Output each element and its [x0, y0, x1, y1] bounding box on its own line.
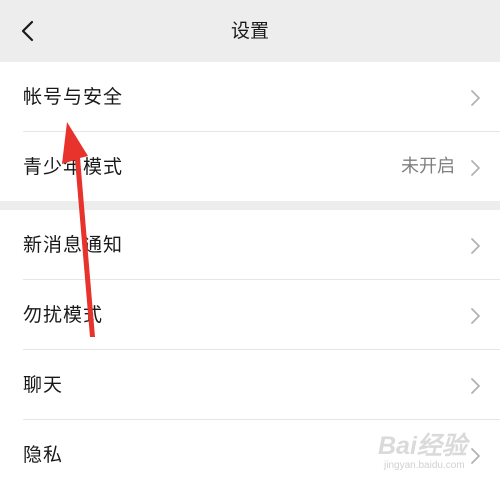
- settings-item-teen-mode[interactable]: 青少年模式 未开启: [0, 132, 500, 202]
- settings-item-value: 未开启: [401, 156, 455, 177]
- chevron-right-icon: [471, 90, 480, 106]
- nav-bar: 设置: [0, 0, 500, 62]
- settings-item-chat[interactable]: 聊天: [0, 350, 500, 420]
- settings-item-privacy[interactable]: 隐私: [0, 420, 500, 490]
- settings-item-label: 帐号与安全: [23, 86, 124, 108]
- chevron-right-icon: [471, 308, 480, 324]
- settings-item-do-not-disturb[interactable]: 勿扰模式: [0, 280, 500, 350]
- settings-item-label: 青少年模式: [23, 156, 124, 178]
- settings-item-account-security[interactable]: 帐号与安全: [0, 62, 500, 132]
- chevron-right-icon: [471, 238, 480, 254]
- settings-item-label: 勿扰模式: [23, 304, 104, 326]
- settings-group-general: 新消息通知 勿扰模式 聊天 隐私: [0, 210, 500, 490]
- chevron-right-icon: [471, 448, 480, 464]
- settings-item-label: 聊天: [23, 374, 64, 396]
- page-title: 设置: [230, 20, 269, 42]
- chevron-right-icon: [471, 160, 480, 176]
- settings-group-account: 帐号与安全 青少年模式 未开启: [0, 62, 500, 201]
- settings-item-label: 隐私: [23, 444, 64, 466]
- chevron-right-icon: [471, 378, 480, 394]
- settings-item-new-message-notification[interactable]: 新消息通知: [0, 210, 500, 280]
- settings-item-label: 新消息通知: [23, 234, 124, 256]
